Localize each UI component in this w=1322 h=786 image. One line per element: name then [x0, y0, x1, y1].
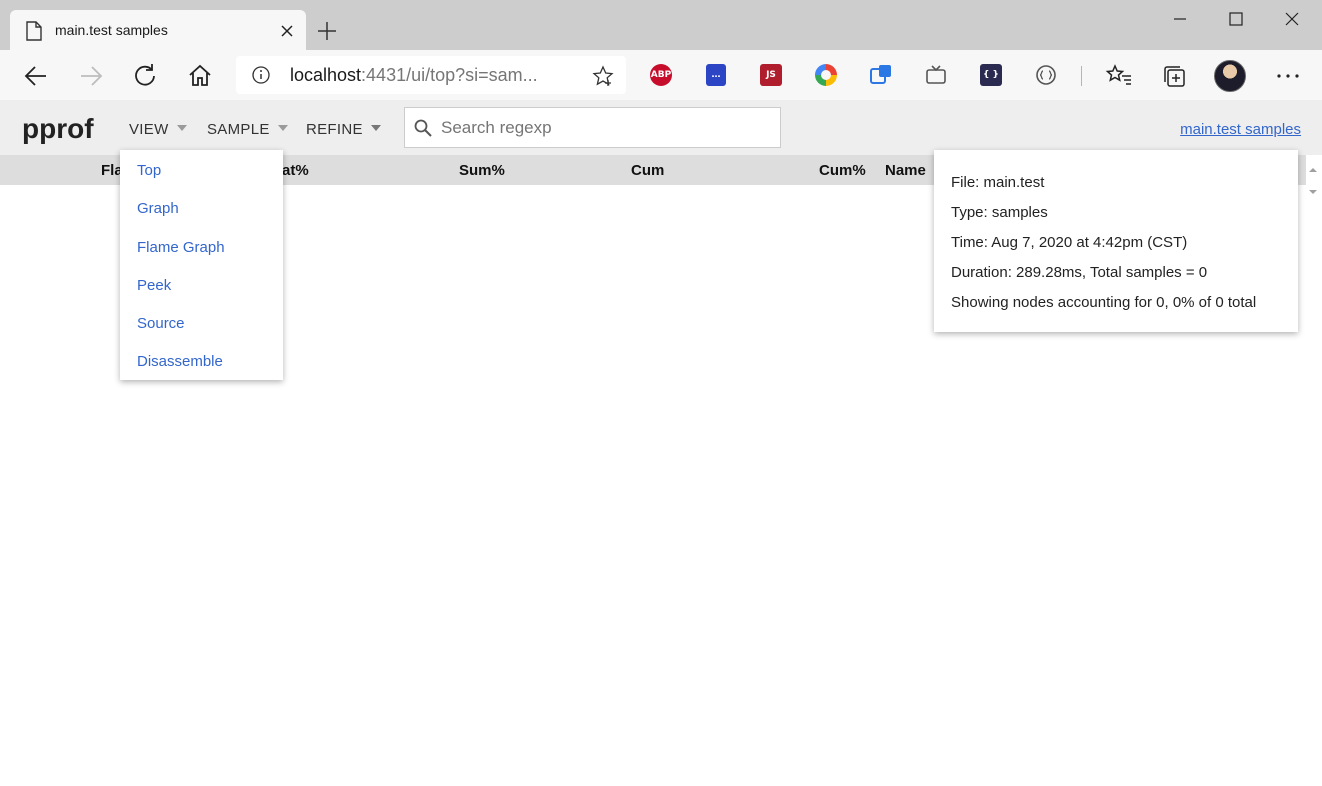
close-window-icon[interactable] — [1264, 0, 1320, 38]
profile-avatar[interactable] — [1214, 60, 1246, 92]
tv-icon[interactable] — [925, 64, 947, 86]
column-header-flat-percent[interactable]: at% — [282, 162, 309, 179]
adblock-plus-icon[interactable]: ABP — [650, 64, 672, 86]
scroll-down-arrow-icon[interactable] — [1308, 184, 1318, 194]
url-host: localhost — [290, 65, 362, 85]
page-icon — [26, 21, 42, 41]
profile-details-popup: File: main.test Type: samples Time: Aug … — [934, 150, 1298, 332]
address-bar[interactable]: localhost:4431/ui/top?si=sam... — [236, 56, 626, 94]
forward-icon — [77, 62, 105, 90]
toolbar-separator — [1081, 66, 1082, 86]
refine-menu-label: REFINE — [306, 121, 363, 138]
view-menu-item-peek[interactable]: Peek — [137, 277, 171, 294]
sample-caret-icon — [277, 125, 288, 131]
column-header-cum[interactable]: Cum — [631, 162, 664, 179]
view-menu-item-disassemble[interactable]: Disassemble — [137, 353, 223, 370]
view-menu-button[interactable]: VIEW — [129, 121, 187, 138]
search-input[interactable] — [441, 116, 771, 140]
view-menu-item-flame-graph[interactable]: Flame Graph — [137, 239, 225, 256]
url-text[interactable]: localhost:4431/ui/top?si=sam... — [290, 65, 538, 86]
favorite-star-icon[interactable] — [592, 65, 614, 87]
close-tab-icon[interactable] — [278, 22, 296, 40]
favorites-icon[interactable] — [1105, 62, 1133, 90]
detail-duration: Duration: 289.28ms, Total samples = 0 — [951, 264, 1208, 281]
profile-title-link[interactable]: main.test samples — [1180, 121, 1301, 138]
pprof-header: pprof VIEW SAMPLE REFINE main.test sampl… — [0, 100, 1322, 155]
home-icon[interactable] — [186, 62, 214, 90]
sample-menu-button[interactable]: SAMPLE — [207, 121, 288, 138]
view-menu-item-top[interactable]: Top — [137, 162, 161, 179]
scroll-up-arrow-icon[interactable] — [1308, 162, 1318, 172]
column-header-sum-percent[interactable]: Sum% — [459, 162, 505, 179]
json-viewer-icon[interactable] — [1035, 64, 1057, 86]
extension-icon-2[interactable]: … — [706, 64, 726, 86]
js-extension-icon[interactable]: JS — [760, 64, 782, 86]
sample-menu-label: SAMPLE — [207, 121, 270, 138]
view-menu-item-graph[interactable]: Graph — [137, 200, 179, 217]
view-caret-icon — [176, 125, 187, 131]
view-menu-item-source[interactable]: Source — [137, 315, 185, 332]
search-box[interactable] — [404, 107, 781, 148]
column-header-cum-percent[interactable]: Cum% — [819, 162, 866, 179]
color-ring-icon[interactable] — [815, 64, 837, 86]
url-path: :4431/ui/top?si=sam... — [361, 65, 538, 85]
column-header-name[interactable]: Name — [885, 162, 926, 179]
detail-time: Time: Aug 7, 2020 at 4:42pm (CST) — [951, 234, 1188, 251]
browser-tab-strip: main.test samples — [0, 0, 1322, 50]
refine-menu-button[interactable]: REFINE — [306, 121, 381, 138]
back-icon[interactable] — [22, 62, 50, 90]
minimize-icon[interactable] — [1152, 0, 1208, 38]
detail-file: File: main.test — [951, 174, 1045, 191]
tab-title: main.test samples — [55, 22, 168, 38]
view-dropdown-menu: Top Graph Flame Graph Peek Source Disass… — [120, 150, 283, 380]
detail-type: Type: samples — [951, 204, 1048, 221]
refresh-icon[interactable] — [131, 62, 159, 90]
new-tab-icon[interactable] — [316, 20, 338, 42]
color-ring-center — [821, 70, 831, 80]
maximize-icon[interactable] — [1208, 0, 1264, 38]
browser-tab[interactable]: main.test samples — [10, 10, 306, 50]
code-braces-icon[interactable]: { } — [980, 64, 1002, 86]
search-icon — [414, 119, 432, 137]
pprof-logo: pprof — [22, 113, 94, 144]
browser-toolbar: localhost:4431/ui/top?si=sam... ABP … JS… — [0, 50, 1322, 100]
more-options-icon[interactable] — [1274, 62, 1302, 90]
refine-caret-icon — [370, 125, 381, 131]
collections-icon[interactable] — [1160, 62, 1188, 90]
detail-showing-nodes: Showing nodes accounting for 0, 0% of 0 … — [951, 294, 1257, 311]
info-icon[interactable] — [252, 66, 270, 84]
view-menu-label: VIEW — [129, 121, 169, 138]
extension-icon-5[interactable] — [870, 64, 892, 86]
